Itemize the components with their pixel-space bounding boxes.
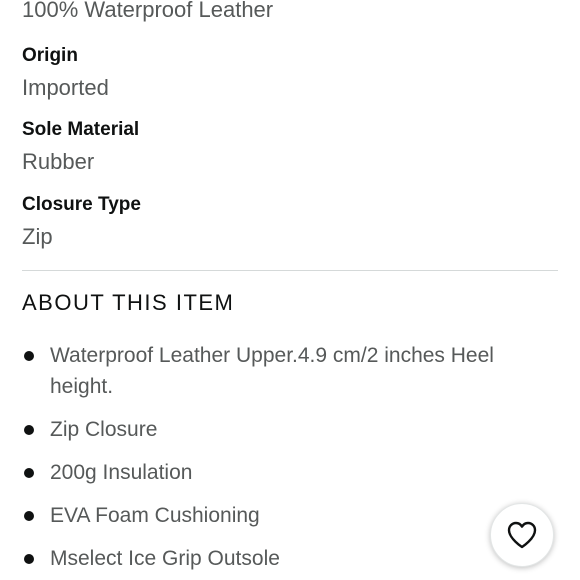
spec-value: Rubber — [22, 149, 95, 174]
section-divider — [22, 270, 558, 271]
spec-label: Sole Material — [22, 119, 140, 140]
material-value: 100% Waterproof Leather — [22, 0, 274, 22]
about-heading: ABOUT THIS ITEM — [22, 290, 235, 315]
bullet-dot-icon — [24, 468, 34, 478]
spec-label: Origin — [22, 45, 78, 66]
spec-origin: Origin Imported — [22, 44, 109, 102]
spec-value: Zip — [22, 224, 53, 249]
spec-sole-material: Sole Material Rubber — [22, 118, 139, 176]
heart-icon — [507, 521, 537, 549]
bullet-text: 200g Insulation — [50, 461, 193, 484]
list-item: Zip Closure — [22, 414, 562, 445]
bullet-dot-icon — [24, 554, 34, 564]
bullet-dot-icon — [24, 425, 34, 435]
list-item: 200g Insulation — [22, 457, 562, 488]
bullet-dot-icon — [24, 351, 34, 361]
spec-label: Closure Type — [22, 194, 141, 215]
bullet-text: Waterproof Leather Upper.4.9 cm/2 inches… — [50, 344, 494, 398]
spec-closure-type: Closure Type Zip — [22, 193, 141, 251]
bullet-text: Zip Closure — [50, 418, 158, 441]
bullet-text: Mselect Ice Grip Outsole — [50, 547, 280, 570]
list-item: Mselect Ice Grip Outsole — [22, 543, 562, 574]
about-bullet-list: Waterproof Leather Upper.4.9 cm/2 inches… — [22, 340, 562, 580]
bullet-dot-icon — [24, 511, 34, 521]
wishlist-button[interactable] — [490, 503, 554, 567]
bullet-text: EVA Foam Cushioning — [50, 504, 260, 527]
product-details-page: 100% Waterproof Leather Origin Imported … — [0, 0, 580, 580]
spec-value: Imported — [22, 75, 109, 100]
list-item: EVA Foam Cushioning — [22, 500, 562, 531]
list-item: Waterproof Leather Upper.4.9 cm/2 inches… — [22, 340, 562, 402]
